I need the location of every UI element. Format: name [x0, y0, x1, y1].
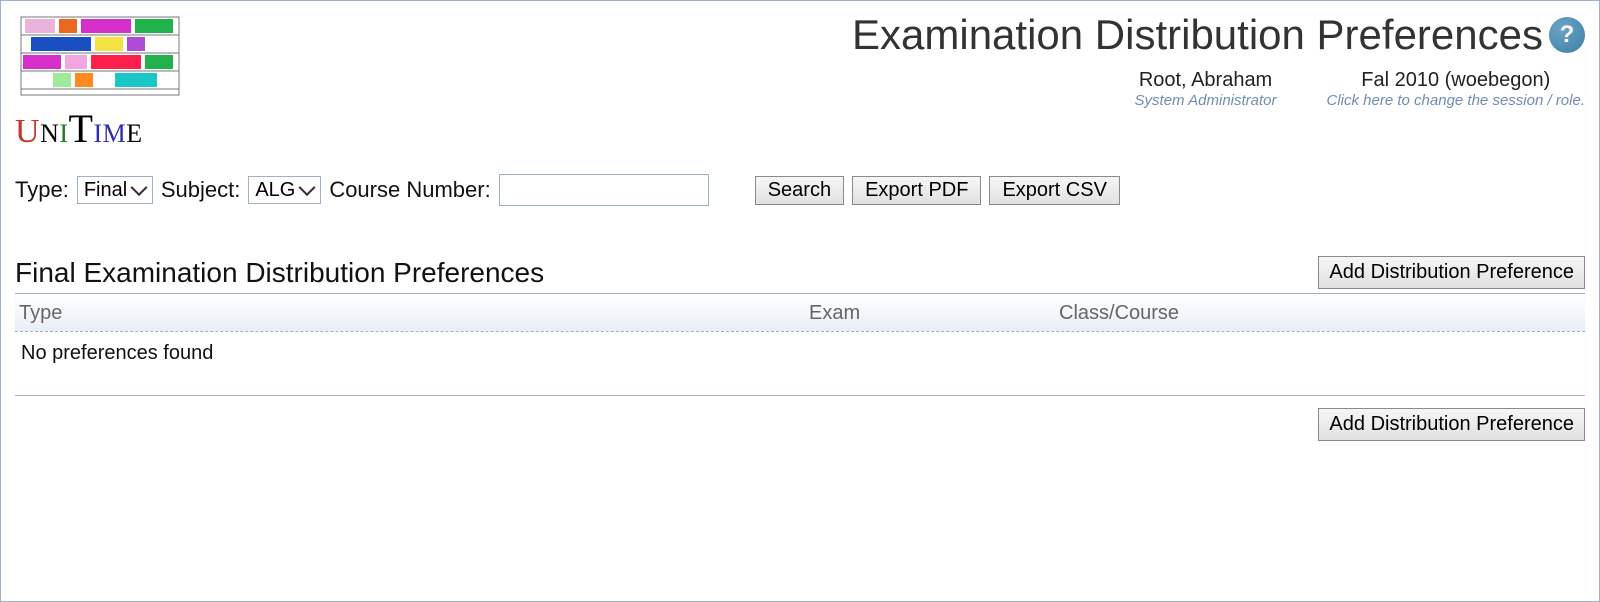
type-label: Type:: [15, 177, 69, 203]
help-icon[interactable]: ?: [1549, 17, 1585, 53]
search-button[interactable]: Search: [755, 176, 844, 205]
type-select[interactable]: Final: [77, 176, 153, 204]
empty-state-message: No preferences found: [15, 332, 1585, 395]
section-title: Final Examination Distribution Preferenc…: [15, 257, 544, 289]
course-number-input[interactable]: [499, 174, 709, 206]
column-header-class-course: Class/Course: [1059, 302, 1581, 325]
current-user-role[interactable]: System Administrator: [1135, 92, 1277, 109]
timetable-logo-icon: [15, 11, 185, 101]
column-header-exam: Exam: [809, 302, 1059, 325]
export-pdf-button[interactable]: Export PDF: [852, 176, 981, 205]
subject-select[interactable]: ALG: [248, 176, 321, 204]
course-number-label: Course Number:: [329, 177, 490, 203]
filter-toolbar: Type: Final Subject: ALG Course Number: …: [15, 174, 1585, 206]
export-csv-button[interactable]: Export CSV: [989, 176, 1119, 205]
app-name: UNITIME: [15, 105, 185, 152]
change-session-link[interactable]: Click here to change the session / role.: [1327, 92, 1585, 109]
current-user-name: Root, Abraham: [1135, 69, 1277, 92]
current-session-name: Fal 2010 (woebegon): [1327, 69, 1585, 92]
table-header-row: Type Exam Class/Course: [15, 294, 1585, 332]
app-logo: UNITIME: [15, 11, 185, 152]
column-header-type: Type: [19, 302, 809, 325]
add-distribution-preference-button[interactable]: Add Distribution Preference: [1318, 256, 1585, 289]
page-title: Examination Distribution Preferences: [852, 11, 1543, 59]
subject-label: Subject:: [161, 177, 241, 203]
add-distribution-preference-button-footer[interactable]: Add Distribution Preference: [1318, 408, 1585, 441]
